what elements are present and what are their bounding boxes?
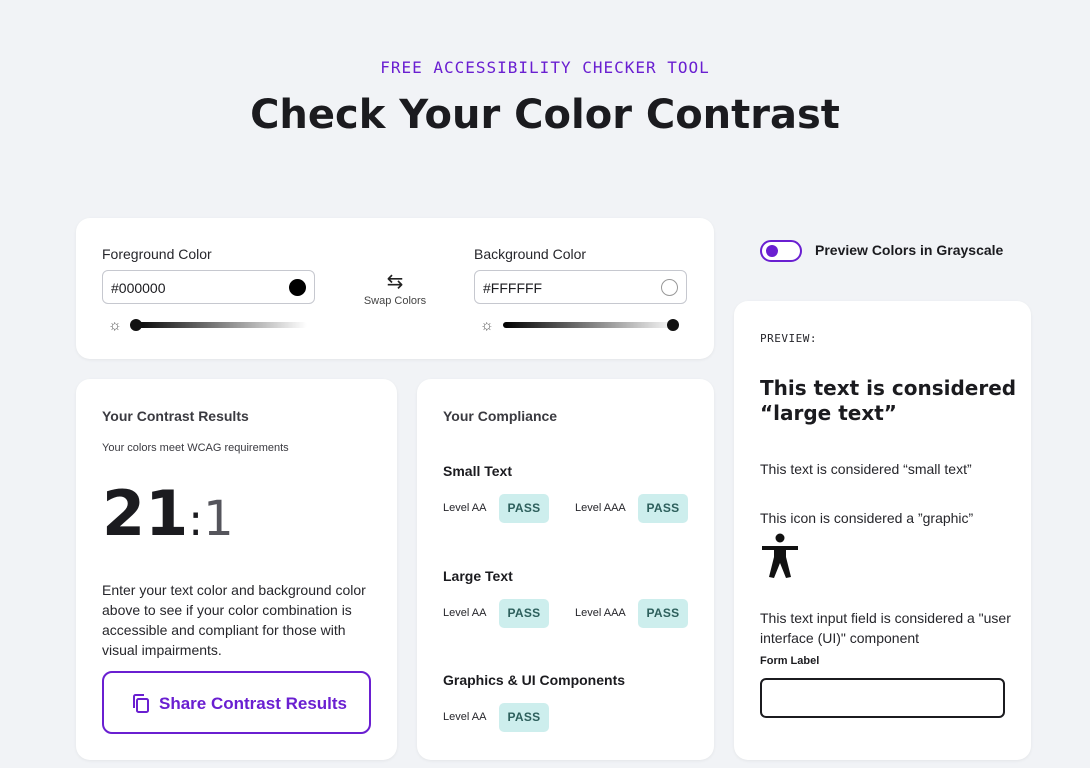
results-title: Your Contrast Results	[102, 408, 249, 424]
results-subtitle: Your colors meet WCAG requirements	[102, 442, 289, 454]
small-text-aaa-label: Level AAA	[575, 502, 626, 514]
preview-card: PREVIEW: This text is considered “large …	[734, 301, 1031, 760]
large-text-section-title: Large Text	[443, 568, 513, 584]
preview-graphic-text: This icon is considered a ”graphic”	[760, 510, 974, 526]
share-results-label: Share Contrast Results	[159, 694, 347, 713]
background-lightness-slider[interactable]	[503, 322, 678, 328]
background-color-input[interactable]: #FFFFFF	[474, 270, 687, 304]
form-label: Form Label	[760, 655, 820, 667]
foreground-lightness-slider[interactable]	[132, 322, 307, 328]
background-color-value: #FFFFFF	[483, 280, 543, 296]
results-description: Enter your text color and background col…	[102, 582, 366, 658]
foreground-swatch[interactable]	[289, 279, 306, 296]
graphics-ui-aa-badge: PASS	[499, 703, 549, 732]
compliance-title: Your Compliance	[443, 408, 558, 424]
large-text-aa-label: Level AA	[443, 607, 487, 619]
header-eyebrow: FREE ACCESSIBILITY CHECKER TOOL	[380, 58, 710, 77]
preview-ui-text: This text input field is considered a "u…	[760, 610, 1011, 646]
sun-icon: ☼	[108, 317, 122, 334]
graphics-ui-section-title: Graphics & UI Components	[443, 672, 626, 688]
foreground-color-input[interactable]: #000000	[102, 270, 315, 304]
large-text-aaa-label: Level AAA	[575, 607, 626, 619]
preview-eyebrow: PREVIEW:	[760, 332, 817, 345]
preview-small-text: This text is considered “small text”	[760, 461, 972, 477]
preview-form-input[interactable]	[760, 678, 1005, 718]
graphics-ui-aa-label: Level AA	[443, 711, 487, 723]
ratio-colon: :	[188, 495, 204, 546]
foreground-color-label: Foreground Color	[102, 246, 212, 262]
ratio-suffix: 1	[203, 491, 234, 547]
small-text-section-title: Small Text	[443, 463, 512, 479]
contrast-ratio: 21:1	[102, 479, 234, 565]
grayscale-toggle-label: Preview Colors in Grayscale	[815, 242, 1004, 258]
share-results-button[interactable]: Share Contrast Results	[102, 671, 371, 734]
copy-icon	[131, 693, 151, 720]
large-text-aaa-badge: PASS	[638, 599, 688, 628]
background-slider-handle[interactable]	[667, 319, 679, 331]
small-text-aaa-badge: PASS	[638, 494, 688, 523]
foreground-color-value: #000000	[111, 280, 166, 296]
background-swatch[interactable]	[661, 279, 678, 296]
sun-icon: ☼	[480, 317, 494, 334]
contrast-results-card: Your Contrast Results Your colors meet W…	[76, 379, 397, 760]
swap-colors-label: Swap Colors	[363, 295, 427, 307]
large-text-aa-badge: PASS	[499, 599, 549, 628]
foreground-slider-handle[interactable]	[130, 319, 142, 331]
accessibility-person-icon	[760, 533, 802, 584]
page-title: Check Your Color Contrast	[250, 92, 840, 138]
swap-arrows-icon: ⇆	[386, 271, 404, 293]
small-text-aa-label: Level AA	[443, 502, 487, 514]
preview-large-text: This text is considered “large text”	[760, 376, 1017, 425]
swap-colors-button[interactable]: ⇆ Swap Colors	[356, 272, 434, 307]
ratio-main: 21	[102, 477, 189, 550]
background-color-label: Background Color	[474, 246, 587, 262]
toggle-knob	[766, 245, 778, 257]
compliance-card: Your Compliance Small Text Level AA PASS…	[417, 379, 714, 760]
grayscale-toggle[interactable]	[760, 240, 802, 262]
small-text-aa-badge: PASS	[499, 494, 549, 523]
